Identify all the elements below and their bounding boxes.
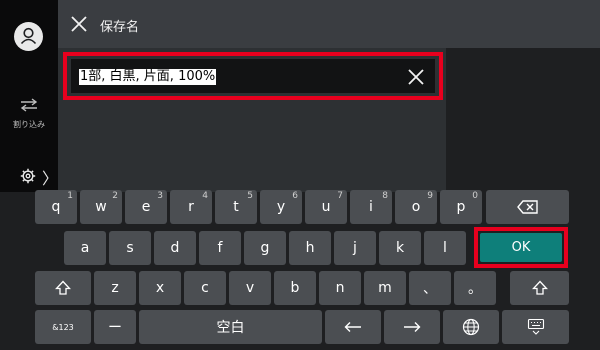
- backspace-key[interactable]: [486, 190, 569, 224]
- interrupt-button[interactable]: 割り込み: [0, 96, 58, 130]
- arrow-right-icon: [404, 322, 421, 332]
- globe-icon: [462, 318, 480, 336]
- key-y[interactable]: y6: [260, 190, 302, 224]
- key-z[interactable]: z: [94, 271, 136, 305]
- key-h[interactable]: h: [289, 231, 331, 265]
- cursor-right-key[interactable]: [384, 310, 440, 344]
- key-q[interactable]: q1: [35, 190, 77, 224]
- name-input[interactable]: 1部, 白黒, 片面, 100%: [71, 59, 435, 93]
- key-g[interactable]: g: [244, 231, 286, 265]
- key-i[interactable]: i8: [350, 190, 392, 224]
- key-l[interactable]: l: [424, 231, 466, 265]
- key-d[interactable]: d: [154, 231, 196, 265]
- key-m[interactable]: m: [364, 271, 406, 305]
- side-area: [446, 48, 600, 192]
- left-rail: 割り込み 〉: [0, 0, 58, 192]
- ok-button[interactable]: OK: [480, 233, 562, 262]
- backspace-icon: [516, 200, 538, 214]
- mode-switch-key[interactable]: &123: [35, 310, 91, 344]
- hide-keyboard-key[interactable]: [502, 310, 569, 344]
- user-avatar-button[interactable]: [14, 22, 43, 51]
- interrupt-label: 割り込み: [13, 120, 45, 129]
- arrow-left-icon: [344, 322, 361, 332]
- language-key[interactable]: [443, 310, 499, 344]
- key-j[interactable]: j: [334, 231, 376, 265]
- clear-icon[interactable]: [407, 68, 425, 86]
- shift-key-left[interactable]: [35, 271, 91, 305]
- key-n[interactable]: n: [319, 271, 361, 305]
- ok-highlight: OK: [474, 227, 568, 268]
- shift-key-right[interactable]: [510, 271, 569, 305]
- shift-icon: [531, 280, 548, 295]
- key-e[interactable]: e3: [125, 190, 167, 224]
- interrupt-icon: [20, 98, 38, 112]
- shift-icon: [55, 280, 71, 295]
- page-title: 保存名: [100, 20, 140, 35]
- key-x[interactable]: x: [139, 271, 181, 305]
- settings-gear-icon[interactable]: [20, 168, 36, 184]
- key-w[interactable]: w2: [80, 190, 122, 224]
- key-t[interactable]: t5: [215, 190, 257, 224]
- chevron-right-icon[interactable]: 〉: [42, 165, 58, 189]
- name-input-value: 1部, 白黒, 片面, 100%: [79, 69, 217, 85]
- key-b[interactable]: b: [274, 271, 316, 305]
- close-icon[interactable]: [70, 15, 88, 33]
- name-field-highlight: 1部, 白黒, 片面, 100%: [63, 52, 443, 100]
- key-long-dash[interactable]: ー: [94, 310, 136, 344]
- space-key[interactable]: 空白: [139, 310, 322, 344]
- key-period-jp[interactable]: 。: [454, 271, 496, 305]
- key-u[interactable]: u7: [305, 190, 347, 224]
- header-bar: 保存名: [58, 0, 600, 48]
- key-comma-jp[interactable]: 、: [409, 271, 451, 305]
- key-p[interactable]: p0: [440, 190, 482, 224]
- key-r[interactable]: r4: [170, 190, 212, 224]
- key-a[interactable]: a: [64, 231, 106, 265]
- key-c[interactable]: c: [184, 271, 226, 305]
- user-icon: [20, 27, 37, 45]
- keyboard-hide-icon: [527, 318, 544, 335]
- cursor-left-key[interactable]: [325, 310, 381, 344]
- key-k[interactable]: k: [379, 231, 421, 265]
- key-o[interactable]: o9: [395, 190, 437, 224]
- key-v[interactable]: v: [229, 271, 271, 305]
- key-s[interactable]: s: [109, 231, 151, 265]
- key-f[interactable]: f: [199, 231, 241, 265]
